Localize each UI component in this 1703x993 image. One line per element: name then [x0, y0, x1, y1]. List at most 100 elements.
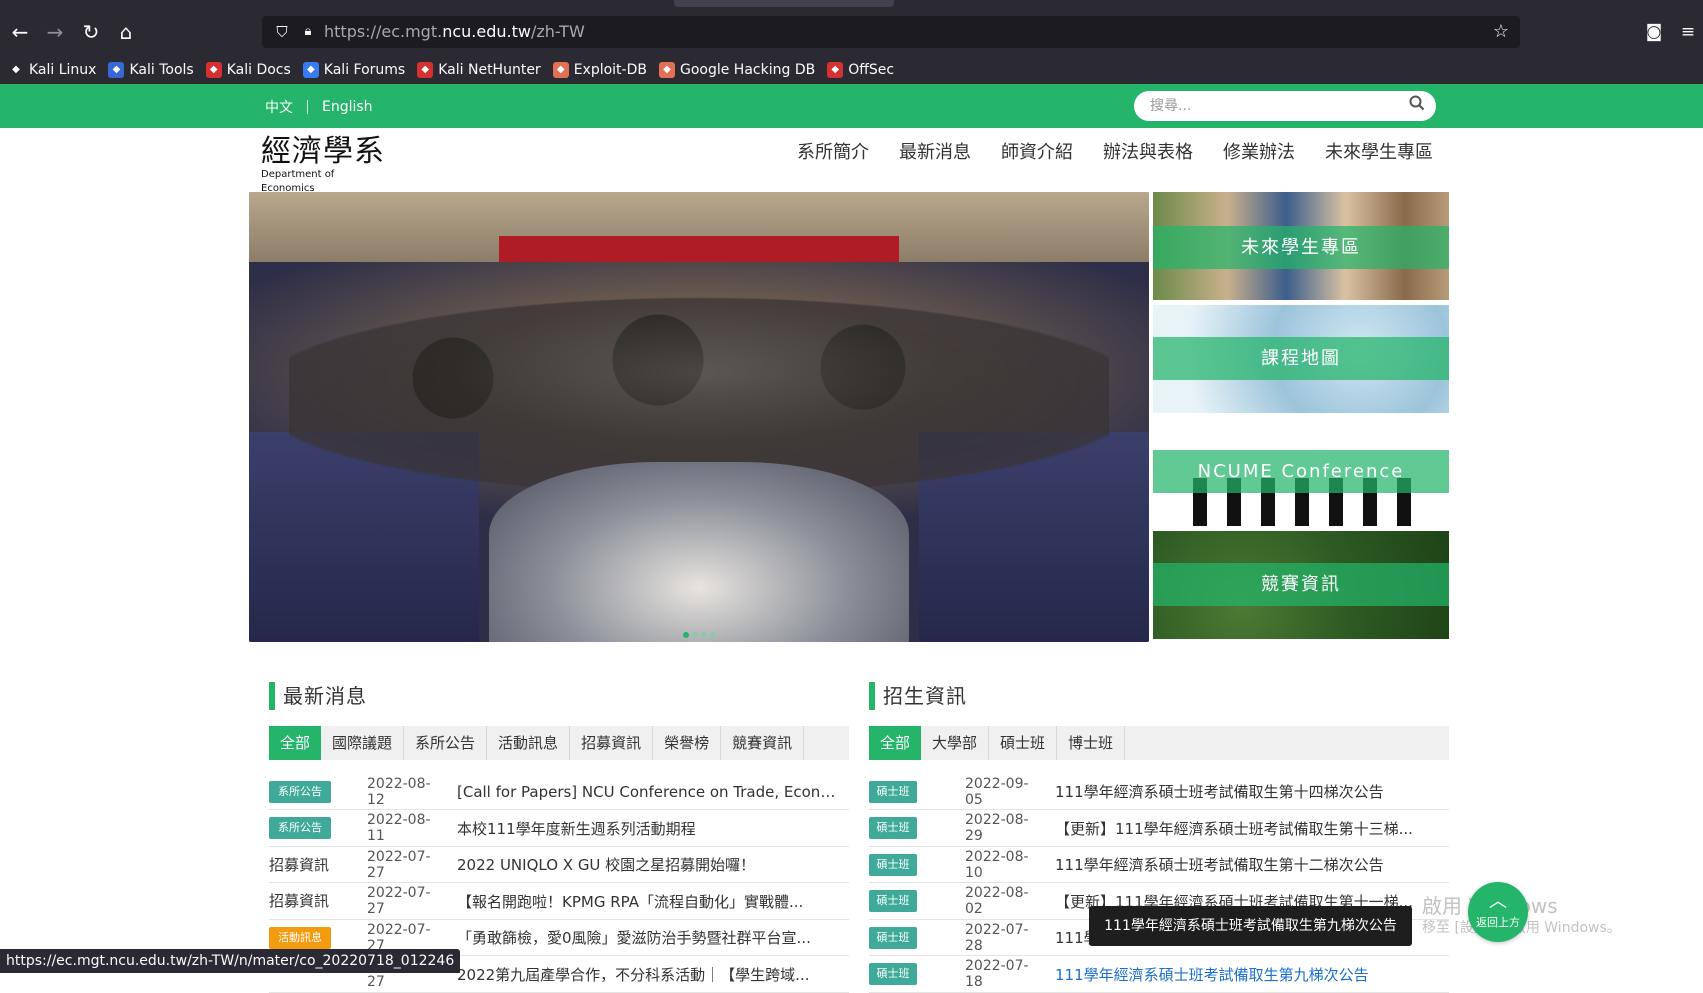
news-title-link[interactable]: [Call for Papers] NCU Conference on Trad… [457, 783, 842, 801]
tab-item[interactable]: 榮譽榜 [653, 726, 722, 760]
menu-icon[interactable]: ≡ [1676, 20, 1700, 44]
reload-icon[interactable]: ↻ [79, 20, 103, 44]
tab-item[interactable]: 系所公告 [404, 726, 488, 760]
back-to-top-label: 返回上方 [1476, 916, 1520, 929]
news-title-link[interactable]: 本校111學年度新生週系列活動期程 [457, 818, 842, 839]
admissions-list-item[interactable]: 碩士班 2022-07-18 111學年經濟系碩士班考試備取生第九梯次公告 [869, 957, 1449, 993]
news-section-title: 最新消息 [269, 682, 367, 710]
nav-item[interactable]: 辦法與表格 [1103, 140, 1193, 166]
admissions-title-link[interactable]: 111學年經濟系碩士班考試備取生第九梯次公告 [1055, 964, 1445, 985]
browser-toolbar: ← → ↻ ⌂ ⛉ 🔒︎ https://ec.mgt.ncu.edu.tw/z… [0, 0, 1703, 84]
lock-icon[interactable]: 🔒︎ [298, 22, 318, 42]
browser-tab[interactable] [674, 0, 894, 7]
bookmark-label: Kali Forums [323, 62, 406, 78]
admissions-title-link[interactable]: 【更新】111學年經濟系碩士班考試備取生第十三梯... [1055, 818, 1445, 839]
kali-forums-icon: ◆ [302, 62, 319, 78]
tile-ncume-conference[interactable]: NCUME Conference [1153, 418, 1449, 526]
shield-icon[interactable]: ⛉ [272, 22, 292, 42]
news-title-link[interactable]: 2022第九屆產學合作，不分科系活動｜【學生跨域... [457, 964, 842, 985]
tab-all[interactable]: 全部 [869, 726, 922, 760]
site-logo[interactable]: 經濟學系 Department of Economics [261, 136, 391, 195]
admissions-category-badge: 碩士班 [869, 926, 917, 949]
back-to-top-button[interactable]: ︿ 返回上方 [1468, 882, 1528, 942]
nav-item[interactable]: 系所簡介 [797, 140, 869, 166]
back-icon[interactable]: ← [8, 20, 32, 44]
hero-carousel[interactable] [249, 192, 1149, 642]
ghdb-icon: ◆ [658, 62, 675, 78]
nethunter-icon: ◆ [417, 62, 434, 78]
tab-item[interactable]: 碩士班 [989, 726, 1058, 760]
news-list-item[interactable]: 招募資訊 2022-07-27 【報名開跑啦！KPMG RPA「流程自動化」實戰體.… [269, 884, 849, 920]
admissions-category-badge: 碩士班 [869, 817, 917, 839]
tab-item[interactable]: 招募資訊 [570, 726, 654, 760]
tile-course-map[interactable]: 課程地圖 [1153, 305, 1449, 413]
nav-item[interactable]: 修業辦法 [1223, 140, 1295, 166]
admissions-list-item[interactable]: 碩士班 2022-08-10 111學年經濟系碩士班考試備取生第十二梯次公告 [869, 847, 1449, 883]
tab-all[interactable]: 全部 [269, 726, 322, 760]
news-tabs: 全部 國際議題 系所公告 活動訊息 招募資訊 榮譽榜 競賽資訊 [269, 726, 849, 760]
tab-item[interactable]: 活動訊息 [487, 726, 571, 760]
bookmark-item[interactable]: ◆ Kali Forums [302, 62, 406, 78]
bookmark-item[interactable]: ◆ Google Hacking DB [658, 62, 815, 78]
news-title-link[interactable]: 【報名開跑啦！KPMG RPA「流程自動化」實戰體... [457, 891, 842, 912]
bookmark-item[interactable]: ◆ Kali Tools [108, 62, 194, 78]
pocket-icon[interactable]: ◙ [1642, 20, 1666, 44]
admissions-title-link[interactable]: 111學年經濟系碩士班考試備取生第十四梯次公告 [1055, 781, 1445, 802]
news-category-badge: 系所公告 [269, 780, 331, 803]
bookmark-star-icon[interactable]: ☆ [1490, 21, 1512, 43]
nav-item[interactable]: 師資介紹 [1001, 140, 1073, 166]
nav-item[interactable]: 未來學生專區 [1325, 140, 1433, 166]
admissions-category-badge: 碩士班 [869, 853, 917, 876]
home-icon[interactable]: ⌂ [114, 20, 138, 44]
carousel-dot[interactable] [701, 632, 707, 638]
news-list-item[interactable]: 招募資訊 2022-07-27 2022 UNIQLO X GU 校園之星招募開始囉… [269, 847, 849, 883]
tile-future-students[interactable]: 未來學生專區 [1153, 192, 1449, 300]
bookmark-label: Kali NetHunter [438, 62, 541, 78]
exploit-db-icon: ◆ [552, 62, 569, 78]
search-icon[interactable] [1406, 95, 1428, 117]
admissions-title-link[interactable]: 111學年經濟系碩士班考試備取生第十二梯次公告 [1055, 854, 1445, 875]
lang-en-link[interactable]: English [322, 99, 373, 115]
url-text[interactable]: https://ec.mgt.ncu.edu.tw/zh-TW [324, 22, 585, 42]
admissions-tabs: 全部 大學部 碩士班 博士班 [869, 726, 1449, 760]
main-nav: 系所簡介 最新消息 師資介紹 辦法與表格 修業辦法 未來學生專區 [767, 140, 1433, 166]
news-category-badge: 招募資訊 [269, 855, 330, 874]
news-category-badge: 活動訊息 [269, 926, 331, 949]
tab-item[interactable]: 國際議題 [321, 726, 405, 760]
address-bar[interactable]: ⛉ 🔒︎ https://ec.mgt.ncu.edu.tw/zh-TW ☆ [262, 16, 1520, 48]
bookmark-item[interactable]: ◆ Kali NetHunter [417, 62, 541, 78]
tile-competitions-label: 競賽資訊 [1153, 563, 1449, 606]
offsec-icon: ◆ [827, 62, 844, 78]
admissions-date: 2022-08-29 [965, 812, 1029, 844]
admissions-list-item[interactable]: 碩士班 2022-09-05 111學年經濟系碩士班考試備取生第十四梯次公告 [869, 774, 1449, 810]
nav-item[interactable]: 最新消息 [899, 140, 971, 166]
news-date: 2022-07-27 [367, 848, 431, 881]
search-box [1134, 91, 1436, 121]
news-list-item[interactable]: 系所公告 2022-08-11 本校111學年度新生週系列活動期程 [269, 811, 849, 847]
tab-item[interactable]: 博士班 [1057, 726, 1126, 760]
tab-item[interactable]: 大學部 [921, 726, 990, 760]
carousel-dot[interactable] [683, 632, 689, 638]
carousel-dot[interactable] [710, 632, 716, 638]
bookmark-label: Kali Linux [29, 62, 97, 78]
search-input[interactable] [1150, 96, 1400, 116]
news-title-link[interactable]: 「勇敢篩檢，愛0風險」愛滋防治手勢暨社群平台宣... [457, 927, 842, 948]
bookmark-item[interactable]: ◆ Kali Linux [8, 62, 96, 78]
admissions-list-item[interactable]: 碩士班 2022-08-29 【更新】111學年經濟系碩士班考試備取生第十三梯... [869, 811, 1449, 847]
hero-image-front-row [489, 462, 909, 642]
admissions-date: 2022-08-02 [965, 885, 1029, 917]
tile-course-map-label: 課程地圖 [1153, 337, 1449, 380]
news-date: 2022-07-27 [367, 885, 431, 917]
bookmark-item[interactable]: ◆ Exploit-DB [552, 62, 647, 78]
tab-item[interactable]: 競賽資訊 [721, 726, 805, 760]
news-title-link[interactable]: 2022 UNIQLO X GU 校園之星招募開始囉！ [457, 854, 842, 875]
news-list-item[interactable]: 系所公告 2022-08-12 [Call for Papers] NCU Conf… [269, 774, 849, 810]
carousel-dot[interactable] [692, 632, 698, 638]
forward-icon[interactable]: → [43, 20, 67, 44]
bookmark-item[interactable]: ◆ Kali Docs [205, 62, 291, 78]
news-date: 2022-08-11 [367, 812, 431, 844]
bookmark-item[interactable]: ◆ OffSec [827, 62, 894, 78]
tile-competitions[interactable]: 競賽資訊 [1153, 531, 1449, 639]
lang-zh-link[interactable]: 中文 [265, 97, 293, 117]
link-tooltip: 111學年經濟系碩士班考試備取生第九梯次公告 [1089, 906, 1412, 946]
